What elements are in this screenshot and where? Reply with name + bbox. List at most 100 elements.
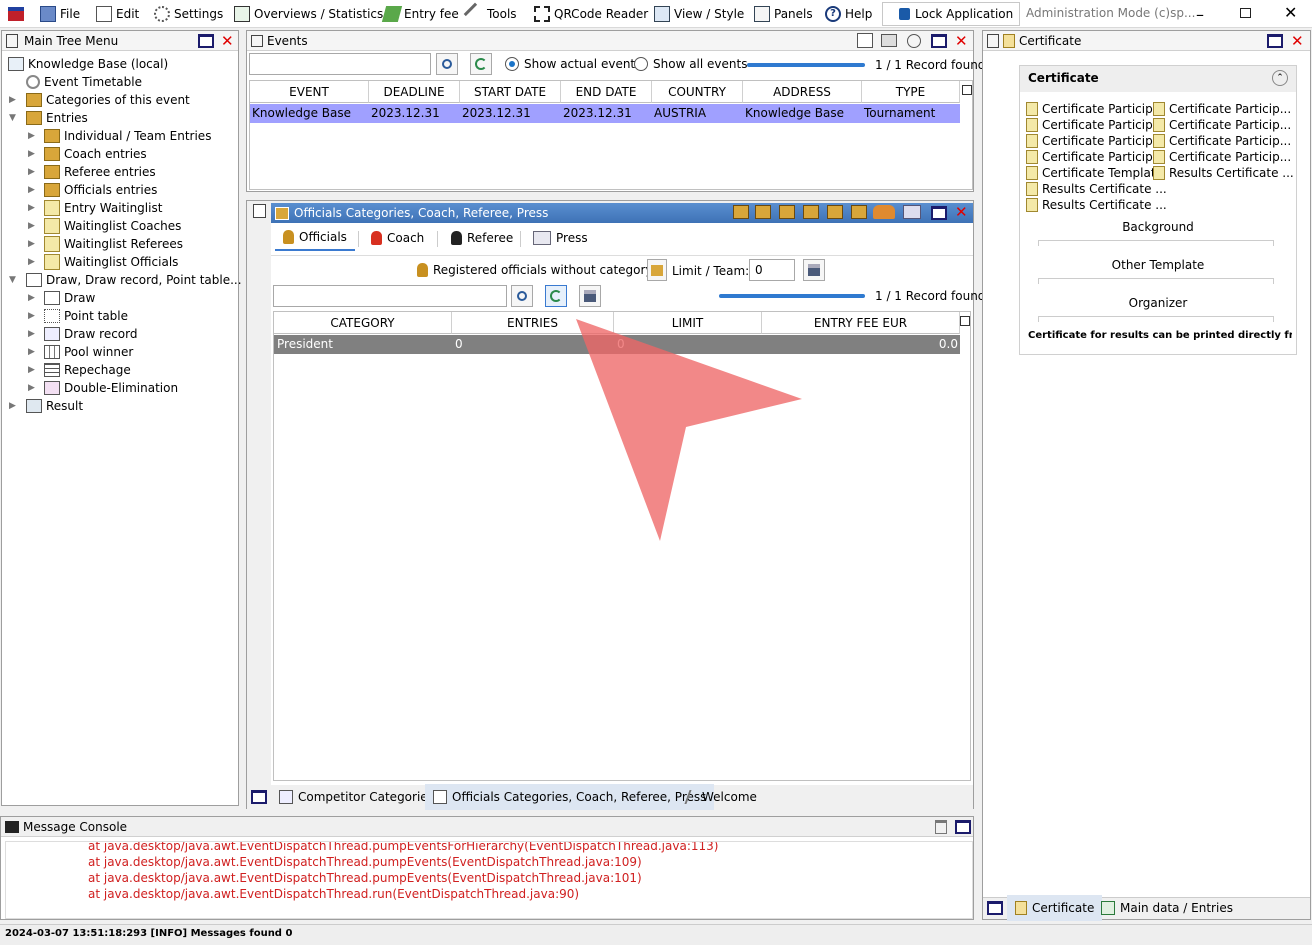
menu-overviews[interactable]: Overviews / Statistics [234, 4, 383, 24]
tree-item-double-elimination[interactable]: Double-Elimination [44, 379, 178, 397]
expand-arrow-icon[interactable]: ▶ [9, 95, 16, 105]
clear-console-icon[interactable] [935, 820, 947, 834]
column-chooser-icon[interactable] [960, 316, 970, 326]
organizer-field[interactable] [1038, 316, 1274, 322]
expand-arrow-icon[interactable]: ▶ [28, 185, 35, 195]
search-button[interactable] [436, 53, 458, 75]
limit-team-icon-button[interactable] [647, 259, 667, 281]
tree-item-knowledge-base[interactable]: Knowledge Base (local) [8, 55, 168, 73]
toolbar-folder-icon[interactable] [779, 205, 795, 219]
expand-arrow-icon[interactable]: ▶ [28, 347, 35, 357]
menu-help[interactable]: ? Help [825, 4, 872, 24]
maximize-panel-button[interactable] [1267, 34, 1283, 48]
collapse-section-icon[interactable]: ⌃ [1272, 70, 1288, 86]
maximize-panel-button[interactable] [251, 790, 267, 804]
tree-item-officials-entries[interactable]: Officials entries [44, 181, 157, 199]
expand-arrow-icon[interactable]: ▶ [28, 257, 35, 267]
expand-arrow-icon[interactable]: ▶ [28, 311, 35, 321]
expand-arrow-icon[interactable]: ▶ [28, 221, 35, 231]
refresh-button[interactable] [470, 53, 492, 75]
toolbar-folder-icon[interactable] [851, 205, 867, 219]
tab-competitor-categories[interactable]: Competitor Categories [271, 784, 442, 810]
tab-welcome[interactable]: Welcome [679, 784, 765, 810]
save-limit-button[interactable] [803, 259, 825, 281]
radio-show-actual[interactable]: Show actual events [505, 57, 641, 71]
tree-item-entry-waitinglist[interactable]: Entry Waitinglist [44, 199, 162, 217]
close-panel-button[interactable]: ✕ [1291, 32, 1304, 50]
group-icon[interactable] [873, 205, 895, 219]
tree-item-result[interactable]: Result [26, 397, 83, 415]
tree-item-categories[interactable]: Categories of this event [26, 91, 190, 109]
tab-referee[interactable]: Referee [443, 225, 521, 251]
tree-item-waitinglist-officials[interactable]: Waitinglist Officials [44, 253, 178, 271]
search-button[interactable] [511, 285, 533, 307]
limit-team-input[interactable]: 0 [749, 259, 795, 281]
maximize-panel-button[interactable] [987, 901, 1003, 915]
event-search-input[interactable] [249, 53, 431, 75]
certificate-item[interactable]: Results Certificate ... [1026, 196, 1167, 214]
table-row[interactable]: Knowledge Base 2023.12.31 2023.12.31 202… [250, 104, 960, 123]
expand-arrow-icon[interactable]: ▶ [28, 293, 35, 303]
close-panel-button[interactable]: ✕ [955, 203, 968, 221]
tab-press[interactable]: Press [525, 225, 596, 251]
menu-entry-fee[interactable]: Entry fee [381, 4, 459, 24]
tab-officials[interactable]: Officials [275, 225, 355, 251]
close-window-button[interactable]: ✕ [1284, 3, 1297, 22]
tree-item-draw-record[interactable]: Draw record [44, 325, 138, 343]
toolbar-folder-icon[interactable] [827, 205, 843, 219]
table-row[interactable]: President 0 0 0.0 [274, 335, 960, 354]
column-header[interactable]: EVENT [250, 81, 369, 103]
expand-arrow-icon[interactable]: ▶ [28, 203, 35, 213]
officials-search-input[interactable] [273, 285, 507, 307]
expand-arrow-icon[interactable]: ▶ [28, 383, 35, 393]
expand-arrow-icon[interactable]: ▶ [28, 365, 35, 375]
toolbar-folder-icon[interactable] [803, 205, 819, 219]
calendar-icon[interactable] [903, 205, 921, 219]
column-header[interactable]: START DATE [460, 81, 561, 103]
menu-panels[interactable]: Panels [754, 4, 813, 24]
expand-arrow-icon[interactable]: ▶ [28, 131, 35, 141]
tree-item-event-timetable[interactable]: Event Timetable [26, 73, 142, 91]
save-button[interactable] [579, 285, 601, 307]
column-header[interactable]: TYPE [862, 81, 960, 103]
certificate-item[interactable]: Results Certificate ... [1153, 164, 1294, 182]
tree-item-point-table[interactable]: Point table [44, 307, 128, 325]
radio-show-all[interactable]: Show all events [634, 57, 747, 71]
tree-item-draw[interactable]: Draw [44, 289, 95, 307]
tree-item-individual-team-entries[interactable]: Individual / Team Entries [44, 127, 211, 145]
toolbar-folder-icon[interactable] [733, 205, 749, 219]
maximize-button[interactable] [1240, 8, 1251, 18]
tree-item-entries[interactable]: Entries [26, 109, 88, 127]
collapse-arrow-icon[interactable]: ▼ [9, 275, 16, 285]
expand-arrow-icon[interactable]: ▶ [28, 239, 35, 249]
tab-officials-categories[interactable]: Officials Categories, Coach, Referee, Pr… [425, 784, 715, 810]
menu-tools[interactable]: Tools [463, 2, 517, 26]
column-header[interactable]: ADDRESS [743, 81, 862, 103]
expand-arrow-icon[interactable]: ▶ [9, 401, 16, 411]
tree-item-pool-winner[interactable]: Pool winner [44, 343, 133, 361]
tree-item-referee-entries[interactable]: Referee entries [44, 163, 156, 181]
expand-arrow-icon[interactable]: ▶ [28, 167, 35, 177]
close-panel-button[interactable]: ✕ [955, 32, 968, 50]
menu-edit[interactable]: Edit [96, 4, 139, 24]
minimize-button[interactable]: – [1196, 5, 1210, 24]
maximize-panel-button[interactable] [931, 206, 947, 220]
expand-arrow-icon[interactable]: ▶ [28, 329, 35, 339]
close-panel-button[interactable]: ✕ [221, 32, 234, 50]
menu-qrcode-reader[interactable]: QRCode Reader [534, 4, 648, 24]
maximize-panel-button[interactable] [198, 34, 214, 48]
refresh-button[interactable] [545, 285, 567, 307]
column-header[interactable]: ENTRIES [452, 312, 614, 334]
column-header[interactable]: DEADLINE [369, 81, 460, 103]
maximize-panel-button[interactable] [931, 34, 947, 48]
edit-event-icon[interactable] [857, 33, 873, 48]
tree-item-draw-section[interactable]: Draw, Draw record, Point table... [26, 271, 242, 289]
maximize-panel-button[interactable] [955, 820, 971, 834]
column-header[interactable]: END DATE [561, 81, 652, 103]
timer-icon[interactable] [907, 34, 921, 48]
other-template-field[interactable] [1038, 278, 1274, 284]
column-header[interactable]: LIMIT [614, 312, 762, 334]
tree-item-waitinglist-referees[interactable]: Waitinglist Referees [44, 235, 183, 253]
menu-file[interactable]: File [40, 4, 80, 24]
menu-view-style[interactable]: View / Style [654, 4, 744, 24]
